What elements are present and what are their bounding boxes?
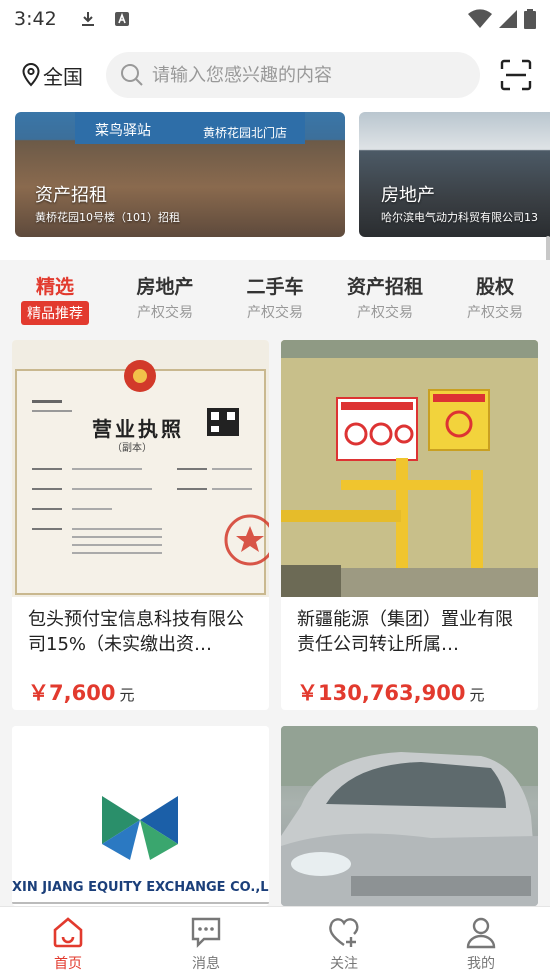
exchange-logo-text: XIN JIANG EQUITY EXCHANGE CO.,L [12,880,269,895]
user-icon [466,917,496,949]
app-screen: 3:42 全国 菜鸟驿站 黄桥花园北门店 资产招租 黄桥花园10号楼（101）招 [0,0,550,979]
location-label: 全国 [43,64,83,89]
product-card[interactable]: 新疆能源（集团）置业有限责任公司转让所属… ￥130,763,900 元 [281,340,538,710]
banner-subtitle: 哈尔滨电气动力科贸有限公司13 [381,211,538,224]
tab-subtitle: 产权交易 [467,305,523,321]
storefront-sign: 菜鸟驿站 黄桥花园北门店 [75,112,305,144]
nav-messages[interactable]: 消息 [166,915,246,973]
nav-label: 消息 [192,956,220,972]
status-bar: 3:42 [0,0,550,38]
tab-subtitle: 产权交易 [247,305,303,321]
banner-category: 资产招租 [35,185,107,206]
category-tabs: 精选 精品推荐 房地产 产权交易 二手车 产权交易 资产招租 产权交易 股权 产… [0,260,550,330]
banner-subtitle: 黄桥花园10号楼（101）招租 [35,211,180,224]
product-card[interactable] [281,726,538,906]
product-price: ￥7,600 [28,681,116,705]
app-notification-icon [114,12,129,26]
product-price-row: ￥7,600 元 [12,669,269,707]
nav-label: 我的 [467,956,495,972]
message-icon [191,917,221,948]
search-icon [121,64,143,86]
certificate-title: 营业执照 [92,417,184,441]
banner-carousel[interactable]: 菜鸟驿站 黄桥花园北门店 资产招租 黄桥花园10号楼（101）招租 房地产 哈尔… [0,112,550,260]
product-card[interactable]: 营业执照 （副本） 包头预付宝信息科技有限公司15%（未实缴出资… ￥7,600… [12,340,269,710]
home-icon [53,917,83,948]
certificate-graphic [15,360,269,595]
product-card[interactable]: XIN JIANG EQUITY EXCHANGE CO.,L [12,726,269,906]
location-selector[interactable]: 全国 [22,61,92,90]
product-title: 包头预付宝信息科技有限公司15%（未实缴出资… [28,609,244,655]
tab-used-cars[interactable]: 二手车 产权交易 [220,272,330,322]
tab-title: 二手车 [246,276,304,298]
location-pin-icon [22,63,40,87]
nav-home[interactable]: 首页 [28,915,108,973]
nav-label: 关注 [330,956,358,972]
tab-title: 房地产 [136,276,194,298]
price-unit: 元 [469,686,485,704]
tab-subtitle-badge: 精品推荐 [21,301,89,325]
nav-profile[interactable]: 我的 [441,915,521,973]
tab-real-estate[interactable]: 房地产 产权交易 [110,272,220,322]
exchange-logo-image: XIN JIANG EQUITY EXCHANGE CO.,L [12,726,269,906]
top-header: 全国 [0,38,550,112]
business-license-image: 营业执照 （副本） [12,340,269,597]
banner-category: 房地产 [381,185,435,206]
status-time: 3:42 [14,8,57,30]
tab-title: 资产招租 [346,276,423,298]
sign-brand: 菜鸟驿站 [95,123,151,139]
exchange-logo-graphic [12,726,269,906]
nav-label: 首页 [54,956,82,972]
gas-pipes-graphic [281,340,538,597]
download-icon [81,12,94,26]
wifi-icon [468,9,492,28]
battery-icon [524,9,536,29]
banner-slide[interactable]: 菜鸟驿站 黄桥花园北门店 资产招租 黄桥花园10号楼（101）招租 [15,112,345,237]
bottom-navigation: 首页 消息 关注 我的 [0,906,550,979]
gas-pipes-image [281,340,538,597]
tab-featured[interactable]: 精选 精品推荐 [0,272,110,325]
suv-image [281,726,538,906]
product-price-row: ￥130,763,900 元 [281,669,538,707]
signal-icon [499,10,517,28]
scan-icon[interactable] [500,59,532,91]
suv-graphic [281,726,538,906]
sign-text: 黄桥花园北门店 [203,126,288,140]
search-bar[interactable] [106,52,480,98]
tab-title: 股权 [475,276,514,298]
tab-asset-rental[interactable]: 资产招租 产权交易 [330,272,440,322]
tab-title: 精选 [35,276,74,298]
product-title: 新疆能源（集团）置业有限责任公司转让所属… [297,609,513,655]
banner-slide[interactable]: 房地产 哈尔滨电气动力科贸有限公司13 [359,112,550,237]
nav-follow[interactable]: 关注 [304,915,384,973]
search-input[interactable] [152,64,452,86]
price-unit: 元 [119,686,135,704]
certificate-subtitle: （副本） [112,443,152,454]
heart-plus-icon [329,918,359,947]
product-price: ￥130,763,900 [297,681,466,705]
tab-subtitle: 产权交易 [357,305,413,321]
tab-subtitle: 产权交易 [137,305,193,321]
tab-equity[interactable]: 股权 产权交易 [440,272,550,322]
